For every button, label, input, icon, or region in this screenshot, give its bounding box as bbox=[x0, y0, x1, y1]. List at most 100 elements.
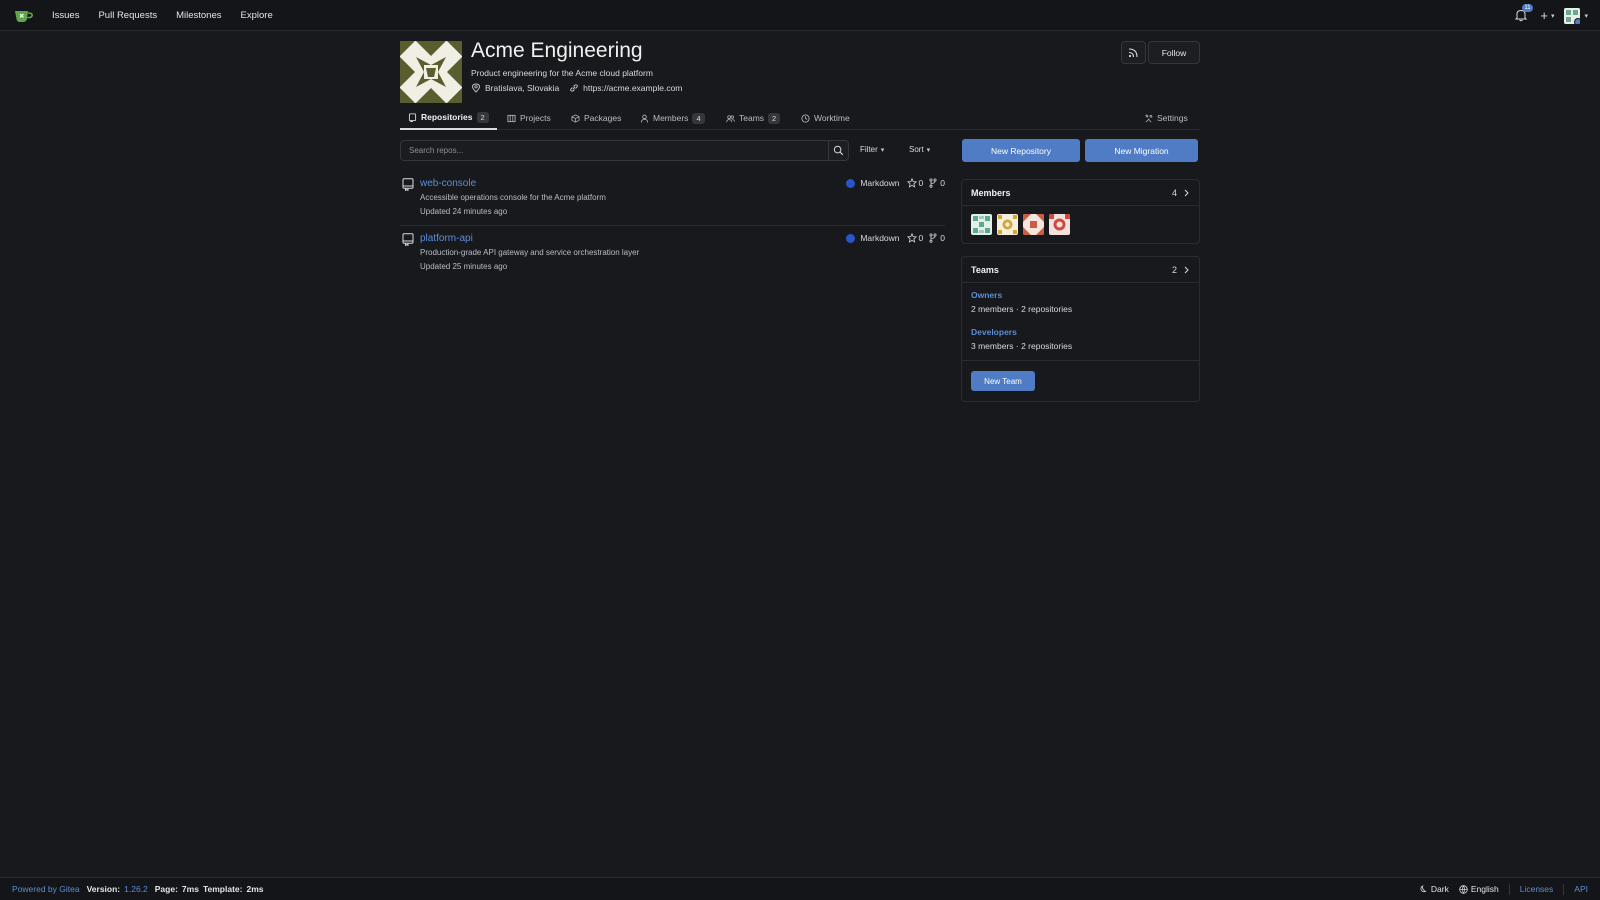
avatar[interactable] bbox=[971, 214, 992, 235]
tab-count: 4 bbox=[692, 112, 705, 124]
avatar[interactable] bbox=[1049, 214, 1070, 235]
tab-members[interactable]: Members 4 bbox=[640, 106, 705, 130]
new-team-button[interactable]: New Team bbox=[971, 371, 1035, 391]
chevron-down-icon: ▾ bbox=[926, 146, 931, 154]
search-input[interactable] bbox=[409, 146, 828, 155]
teams-panel-header[interactable]: Teams 2 bbox=[962, 257, 1199, 283]
version-label: Version: bbox=[86, 884, 121, 894]
theme-label: Dark bbox=[1430, 884, 1449, 894]
location-pin-icon bbox=[471, 83, 481, 93]
forks-link[interactable]: 0 bbox=[928, 233, 945, 243]
status-dot bbox=[1574, 17, 1581, 24]
chevron-down-icon: ▾ bbox=[1550, 12, 1555, 20]
tab-count: 2 bbox=[768, 112, 781, 124]
create-menu[interactable]: + ▾ bbox=[1540, 8, 1554, 23]
repo-language: Markdown bbox=[860, 233, 900, 243]
tab-label: Members bbox=[653, 113, 689, 123]
teams-count: 2 bbox=[1171, 264, 1177, 275]
repo-description: Accessible operations console for the Ac… bbox=[420, 193, 606, 202]
project-icon bbox=[507, 114, 516, 122]
divider bbox=[1563, 883, 1565, 895]
language-color-dot bbox=[846, 178, 856, 188]
stars-link[interactable]: 0 bbox=[906, 233, 924, 243]
stars-count: 0 bbox=[918, 233, 924, 243]
avatar[interactable] bbox=[997, 214, 1018, 235]
org-meta: Bratislava, Slovakia https://acme.exampl… bbox=[471, 83, 682, 93]
search-button[interactable] bbox=[828, 140, 849, 161]
version-link[interactable]: 1.26.2 bbox=[124, 884, 148, 894]
tab-label: Repositories bbox=[421, 112, 473, 122]
chevron-right-icon bbox=[1184, 266, 1189, 273]
divider bbox=[1508, 883, 1510, 895]
org-website-link[interactable]: https://acme.example.com bbox=[583, 83, 682, 93]
stars-link[interactable]: 0 bbox=[906, 178, 924, 188]
repo-description: Production-grade API gateway and service… bbox=[420, 248, 640, 257]
tab-repositories[interactable]: Repositories 2 bbox=[400, 106, 497, 130]
rss-icon bbox=[1128, 48, 1138, 58]
language-color-dot bbox=[846, 233, 856, 243]
tools-icon bbox=[1145, 113, 1153, 122]
new-repository-button[interactable]: New Repository bbox=[962, 139, 1080, 162]
team-meta: 3 members · 2 repositories bbox=[971, 341, 1073, 351]
moon-icon bbox=[1420, 884, 1427, 892]
members-panel-title: Members bbox=[971, 187, 1011, 198]
star-icon bbox=[906, 178, 917, 188]
org-description: Product engineering for the Acme cloud p… bbox=[471, 68, 653, 78]
follow-button[interactable]: Follow bbox=[1148, 41, 1200, 64]
avatar[interactable] bbox=[1023, 214, 1044, 235]
nav-issues[interactable]: Issues bbox=[52, 10, 79, 21]
tab-teams[interactable]: Teams 2 bbox=[726, 106, 781, 130]
gitea-logo-icon[interactable] bbox=[14, 8, 34, 23]
org-tabs: Repositories 2 Projects Packages Members… bbox=[400, 106, 1200, 130]
members-panel: Members 4 bbox=[961, 179, 1200, 244]
nav-explore[interactable]: Explore bbox=[241, 10, 273, 21]
link-icon bbox=[569, 83, 579, 93]
repo-name-link[interactable]: web-console bbox=[420, 178, 476, 189]
repo-stats: Markdown 0 0 bbox=[846, 233, 945, 243]
theme-selector[interactable]: Dark bbox=[1419, 884, 1449, 894]
list-item: Developers 3 members · 2 repositories bbox=[962, 314, 1199, 351]
top-navbar: Issues Pull Requests Milestones Explore … bbox=[0, 0, 1600, 31]
repo-icon bbox=[402, 178, 414, 191]
notifications-bell-icon[interactable]: 11 bbox=[1514, 3, 1533, 24]
new-migration-button[interactable]: New Migration bbox=[1085, 139, 1198, 162]
template-time: 2ms bbox=[246, 884, 264, 894]
nav-pull-requests[interactable]: Pull Requests bbox=[98, 10, 157, 21]
tab-label: Worktime bbox=[814, 113, 850, 123]
licenses-link[interactable]: Licenses bbox=[1520, 884, 1554, 894]
tab-packages[interactable]: Packages bbox=[571, 106, 621, 130]
repo-icon bbox=[408, 112, 417, 122]
tab-label: Settings bbox=[1157, 113, 1188, 123]
tab-settings[interactable]: Settings bbox=[1144, 106, 1188, 130]
forks-link[interactable]: 0 bbox=[928, 178, 945, 188]
divider bbox=[400, 225, 945, 226]
api-link[interactable]: API bbox=[1574, 884, 1588, 894]
filter-label: Filter bbox=[860, 145, 878, 154]
page-title: Acme Engineering bbox=[471, 39, 643, 62]
tab-projects[interactable]: Projects bbox=[507, 106, 551, 130]
chevron-down-icon: ▾ bbox=[1584, 12, 1588, 20]
search-box bbox=[400, 140, 828, 161]
sort-dropdown[interactable]: Sort ▾ bbox=[909, 145, 930, 154]
avatar bbox=[1564, 7, 1581, 24]
member-avatars bbox=[962, 206, 1199, 243]
members-panel-header[interactable]: Members 4 bbox=[962, 180, 1199, 206]
fork-icon bbox=[929, 178, 937, 188]
divider bbox=[962, 360, 1199, 361]
repo-name-link[interactable]: platform-api bbox=[420, 233, 473, 244]
nav-milestones[interactable]: Milestones bbox=[176, 10, 221, 21]
powered-by-link[interactable]: Powered by Gitea bbox=[12, 884, 80, 894]
team-name-link[interactable]: Owners bbox=[971, 290, 1190, 300]
team-meta: 2 members · 2 repositories bbox=[971, 304, 1073, 314]
tab-worktime[interactable]: Worktime bbox=[801, 106, 850, 130]
forks-count: 0 bbox=[940, 178, 945, 188]
filter-dropdown[interactable]: Filter ▾ bbox=[860, 145, 884, 154]
team-name-link[interactable]: Developers bbox=[971, 327, 1190, 337]
language-selector[interactable]: English bbox=[1459, 884, 1499, 894]
forks-count: 0 bbox=[940, 233, 945, 243]
stars-count: 0 bbox=[918, 178, 924, 188]
user-menu[interactable]: ▾ bbox=[1564, 7, 1588, 24]
template-time-label: Template: bbox=[202, 884, 243, 894]
rss-feed-button[interactable] bbox=[1121, 41, 1146, 64]
teams-panel-title: Teams bbox=[971, 264, 999, 275]
